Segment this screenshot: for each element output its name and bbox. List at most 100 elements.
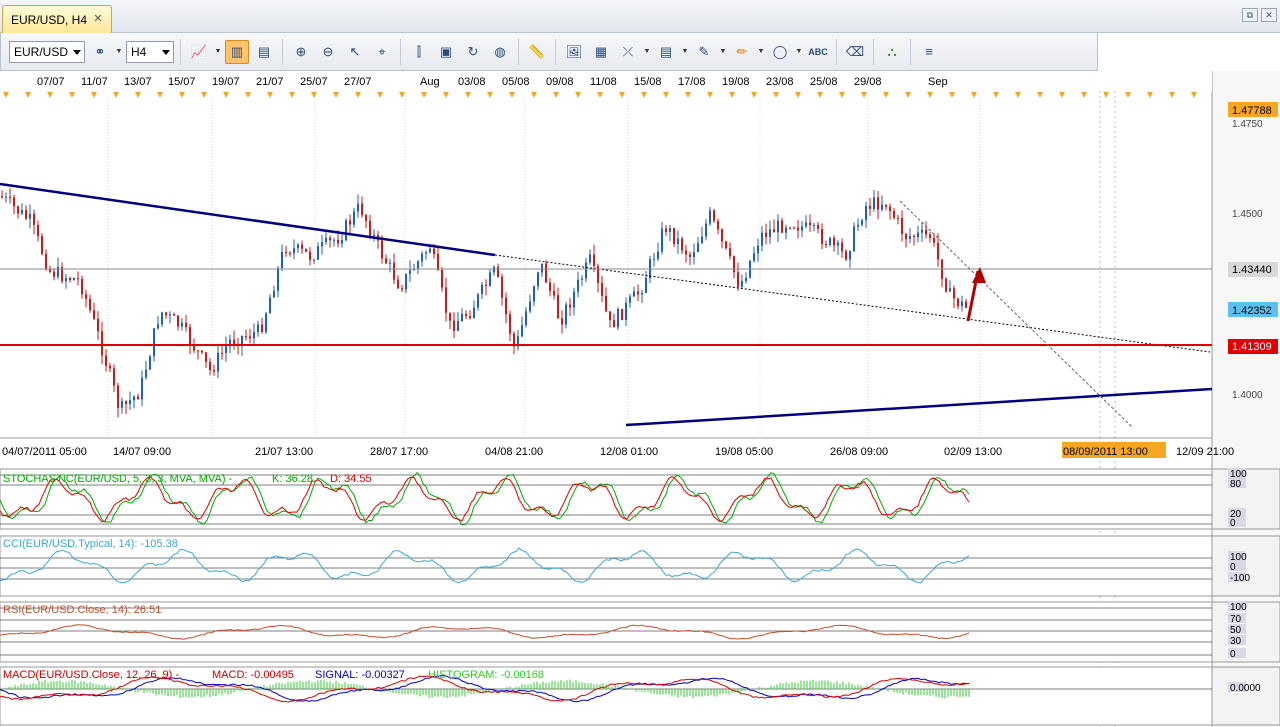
top-date-label: 17/08 [678, 76, 706, 88]
candle-body [81, 278, 83, 295]
window-close-icon[interactable]: ✕ [1261, 8, 1277, 22]
candle-body [645, 278, 647, 293]
chart-area[interactable]: 07/07 11/07 13/07 15/07 19/07 21/07 25/07 27/07… [0, 71, 1280, 727]
symbol-link-icon[interactable]: ⚭ [88, 40, 112, 64]
candle-body [545, 263, 547, 283]
candle-body [893, 211, 895, 218]
candle-body [53, 271, 55, 277]
candle-body [253, 332, 255, 339]
chart-type-icon[interactable]: 📈 [187, 40, 211, 64]
crosshair-icon[interactable]: ⌖ [370, 40, 394, 64]
support-price: 1.41309 [1232, 341, 1272, 353]
rsi-panel[interactable] [0, 601, 1213, 663]
dropdown-arrow-icon[interactable]: ▼ [115, 40, 123, 64]
timeframe-select[interactable]: H4 [126, 40, 174, 63]
candle-body [97, 318, 99, 332]
dropdown-arrow-icon[interactable]: ▼ [757, 40, 765, 64]
picture-icon[interactable]: 🖼 [562, 40, 586, 64]
line-tools-icon[interactable]: ⤫ [616, 40, 640, 64]
close-icon[interactable]: ✕ [91, 12, 105, 26]
candle-body [137, 396, 139, 400]
macd-label: MACD(EUR/USD.Close, 12, 26, 9) - [3, 669, 179, 681]
pen-icon[interactable]: ✎ [692, 40, 716, 64]
candle-body [429, 248, 431, 253]
candle-body [581, 278, 583, 280]
dropdown-arrow-icon[interactable]: ▼ [214, 40, 222, 64]
ellipse-icon[interactable]: ◯ [768, 40, 792, 64]
chevron-down-icon [162, 49, 170, 55]
candle-body [373, 234, 375, 236]
candle-body [321, 242, 323, 247]
candle-body [841, 242, 843, 252]
candle-body [141, 377, 143, 400]
candle-body [457, 321, 459, 331]
dropdown-arrow-icon[interactable]: ▼ [719, 40, 727, 64]
candle-body [921, 229, 923, 233]
bar-chart-icon[interactable]: ▥ [225, 39, 249, 64]
text-icon[interactable]: ABC [806, 40, 830, 64]
price-tick: 1.4750 [1232, 119, 1263, 130]
zoom-in-icon[interactable]: ⊕ [289, 40, 313, 64]
refresh-icon[interactable]: ↻ [461, 40, 485, 64]
more-icon[interactable]: ≡ [917, 40, 941, 64]
candle-body [77, 278, 79, 280]
macd-panel[interactable] [0, 666, 1213, 726]
template-icon[interactable]: ▦ [589, 40, 613, 64]
candle-body [501, 276, 503, 298]
top-date-label: 29/08 [854, 76, 882, 88]
dropdown-arrow-icon[interactable]: ▼ [643, 40, 651, 64]
candle-body [149, 356, 151, 370]
tab-eurusd-h4[interactable]: EUR/USD, H4 ✕ [2, 5, 112, 33]
candle-body [329, 237, 331, 241]
candle-body [425, 252, 427, 254]
candle-body [345, 220, 347, 241]
cci-panel[interactable] [0, 535, 1213, 597]
candle-body [121, 401, 123, 408]
candle-body [889, 206, 891, 212]
candle-body [453, 320, 455, 331]
candle-body [617, 308, 619, 328]
candle-body [401, 288, 403, 290]
candle-body [37, 224, 39, 237]
price-tick: 1.4000 [1232, 390, 1263, 401]
org-icon[interactable]: ⛬ [880, 40, 904, 64]
top-date-label: 25/07 [300, 76, 328, 88]
candle-body [637, 291, 639, 295]
dropdown-arrow-icon[interactable]: ▼ [795, 40, 803, 64]
symbol-select[interactable]: EUR/USD [9, 40, 85, 63]
candle-body [773, 229, 775, 233]
candle-body [797, 227, 799, 231]
rsi-label: RSI(EUR/USD.Close, 14): 26.51 [3, 604, 161, 616]
stoch-label: STOCHASTIC(EUR/USD, 5, 3, 3, MVA, MVA) - [3, 473, 233, 485]
cursor-icon[interactable]: ↖ [343, 40, 367, 64]
dropdown-arrow-icon[interactable]: ▼ [681, 40, 689, 64]
candle-body [129, 400, 131, 405]
scale-label: 80 [1230, 479, 1242, 490]
candle-body [389, 262, 391, 264]
candle-body [557, 295, 559, 319]
scale-label: 50 [1230, 625, 1242, 636]
candle-body [949, 288, 951, 292]
insert-icon[interactable]: ▤ [654, 40, 678, 64]
candle-body [337, 239, 339, 244]
scale-label: 0 [1230, 649, 1236, 660]
trading-app: EUR/USD, H4 ✕ ⧉ ✕ EUR/USD ⚭ ▼ H4 📈 ▼ ▥ ▤ ⊕… [0, 0, 1280, 727]
candle-chart-icon[interactable]: ▤ [252, 40, 276, 64]
candle-body [965, 301, 967, 308]
restore-icon[interactable]: ⧉ [1242, 8, 1258, 22]
candle-body [461, 313, 463, 322]
ruler-icon[interactable]: 📏 [525, 40, 549, 64]
candle-body [125, 401, 127, 405]
zoom-out-icon[interactable]: ⊖ [316, 40, 340, 64]
pencil-icon[interactable]: ✏ [730, 40, 754, 64]
scale-label: 0 [1230, 518, 1236, 529]
candle-body [21, 210, 23, 214]
candle-body [609, 311, 611, 321]
candle-body [553, 290, 555, 296]
select-icon[interactable]: ▣ [434, 40, 458, 64]
globe-icon[interactable]: ◍ [488, 40, 512, 64]
macd-scale [1211, 666, 1280, 726]
eraser-icon[interactable]: ⌫ [843, 40, 867, 64]
vertical-line-icon[interactable]: ⫿ [407, 40, 431, 64]
candle-body [409, 270, 411, 274]
